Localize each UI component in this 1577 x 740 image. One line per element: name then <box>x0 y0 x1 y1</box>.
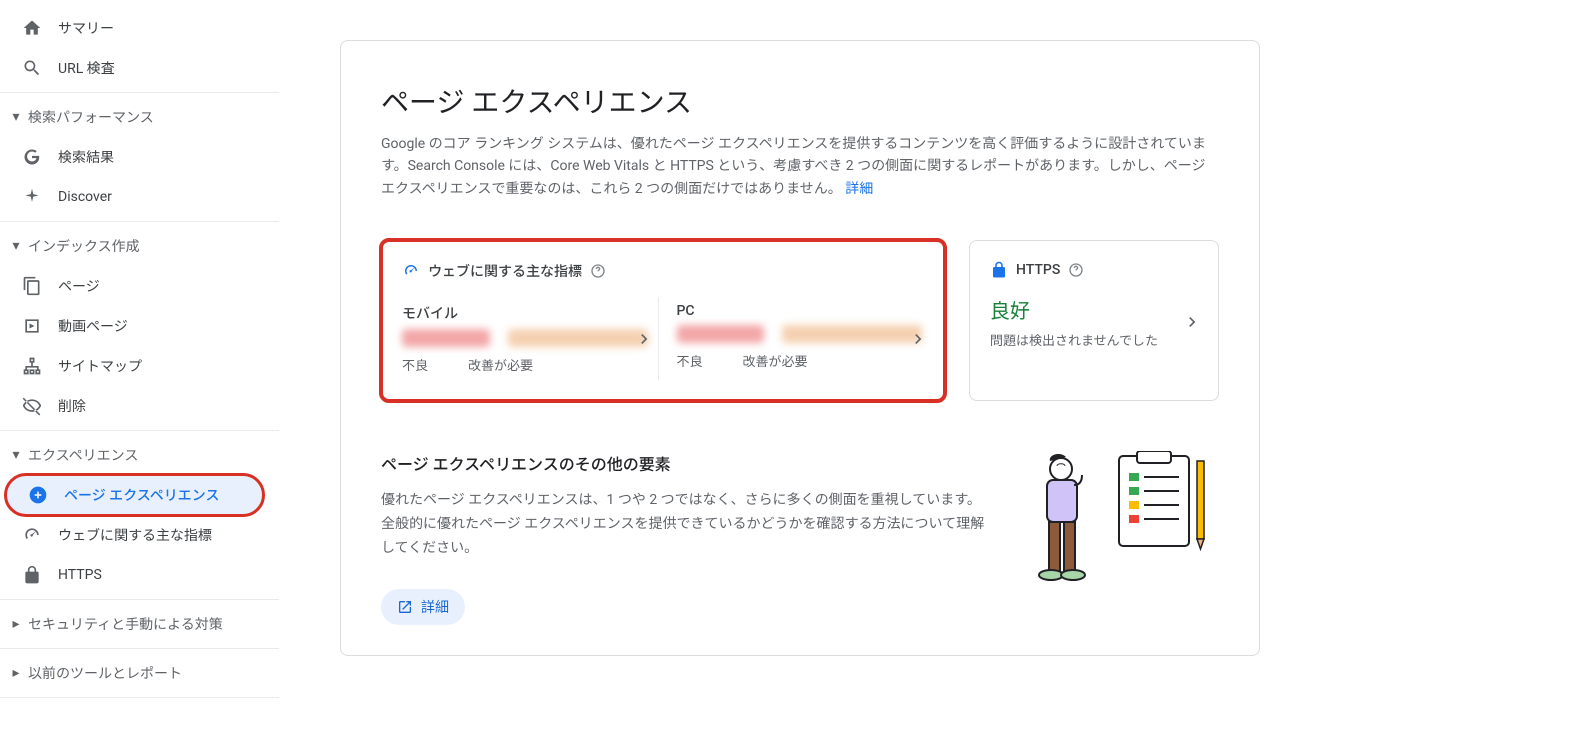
section-label: エクスペリエンス <box>28 445 138 465</box>
https-card[interactable]: HTTPS 良好 問題は検出されませんでした <box>969 240 1219 401</box>
section-label: 以前のツールとレポート <box>28 663 182 683</box>
metrics-row: ウェブに関する主な指標 モバイル 不良 改善が必要 <box>381 240 1219 401</box>
sidebar-item-label: ウェブに関する主な指標 <box>58 525 212 545</box>
mobile-label: モバイル <box>402 303 648 323</box>
sidebar-item-page-experience[interactable]: ページ エクスペリエンス <box>6 475 263 515</box>
sidebar-item-sitemaps[interactable]: サイトマップ <box>0 346 259 386</box>
checklist-illustration <box>1019 451 1219 591</box>
chevron-right-icon <box>634 329 654 349</box>
google-icon <box>20 145 44 169</box>
other-desc: 優れたページ エクスペリエンスは、1 つや 2 つではなく、さらに多くの側面を重… <box>381 489 989 560</box>
speedometer-icon <box>20 523 44 547</box>
pages-icon <box>20 274 44 298</box>
core-web-vitals-card[interactable]: ウェブに関する主な指標 モバイル 不良 改善が必要 <box>381 240 945 401</box>
circle-plus-icon <box>26 483 50 507</box>
chevron-down-icon: ▾ <box>8 447 24 463</box>
lock-icon <box>20 563 44 587</box>
section-experience[interactable]: ▾ エクスペリエンス <box>0 435 279 475</box>
learn-more-link[interactable]: 詳細 <box>845 181 873 197</box>
sidebar-item-label: 削除 <box>58 396 86 416</box>
sidebar-item-summary[interactable]: サマリー <box>0 8 259 48</box>
home-icon <box>20 16 44 40</box>
other-title: ページ エクスペリエンスのその他の要素 <box>381 451 989 475</box>
lock-icon <box>990 261 1008 279</box>
video-icon <box>20 314 44 338</box>
cwv-title: ウェブに関する主な指標 <box>428 261 582 281</box>
cwv-pc[interactable]: PC 不良 改善が必要 <box>658 297 933 380</box>
cwv-mobile[interactable]: モバイル 不良 改善が必要 <box>402 297 658 380</box>
sidebar-item-label: URL 検査 <box>58 58 115 78</box>
https-title: HTTPS <box>1016 262 1060 278</box>
other-factors-section: ページ エクスペリエンスのその他の要素 優れたページ エクスペリエンスは、1 つ… <box>381 451 1219 624</box>
chevron-right-icon: ▸ <box>8 665 24 681</box>
https-sub: 問題は検出されませんでした <box>990 330 1186 349</box>
chevron-down-icon: ▾ <box>8 109 24 125</box>
sidebar-item-label: Discover <box>58 189 112 205</box>
main-content: ページ エクスペリエンス Google のコア ランキング システムは、優れたペ… <box>280 0 1577 740</box>
asterisk-icon <box>20 185 44 209</box>
learn-more-label: 詳細 <box>421 597 449 617</box>
learn-more-button[interactable]: 詳細 <box>381 589 465 625</box>
section-legacy-tools[interactable]: ▸ 以前のツールとレポート <box>0 653 279 693</box>
sidebar-item-video-pages[interactable]: 動画ページ <box>0 306 259 346</box>
page-title: ページ エクスペリエンス <box>381 81 1219 121</box>
open-in-new-icon <box>397 599 413 615</box>
sidebar-item-core-web-vitals[interactable]: ウェブに関する主な指標 <box>0 515 259 555</box>
sidebar-item-label: 動画ページ <box>58 316 128 336</box>
section-search-performance[interactable]: ▾ 検索パフォーマンス <box>0 97 279 137</box>
page-description: Google のコア ランキング システムは、優れたページ エクスペリエンスを提… <box>381 133 1219 200</box>
legend-needs: 改善が必要 <box>468 355 533 374</box>
help-icon[interactable] <box>590 263 606 279</box>
https-status: 良好 <box>990 295 1186 324</box>
section-label: セキュリティと手動による対策 <box>28 614 223 634</box>
chevron-right-icon <box>908 329 928 349</box>
sidebar-item-label: HTTPS <box>58 567 102 583</box>
sidebar-item-label: サマリー <box>58 18 114 38</box>
page-experience-card: ページ エクスペリエンス Google のコア ランキング システムは、優れたペ… <box>340 40 1260 656</box>
sidebar-item-removals[interactable]: 削除 <box>0 386 259 426</box>
sidebar: サマリー URL 検査 ▾ 検索パフォーマンス 検索結果 Discover ▾ … <box>0 0 280 740</box>
sidebar-item-label: 検索結果 <box>58 147 114 167</box>
visibility-off-icon <box>20 394 44 418</box>
chevron-right-icon: ▸ <box>8 616 24 632</box>
chevron-down-icon: ▾ <box>8 238 24 254</box>
sidebar-item-pages[interactable]: ページ <box>0 266 259 306</box>
sidebar-item-search-results[interactable]: 検索結果 <box>0 137 259 177</box>
sidebar-item-label: ページ <box>58 276 100 296</box>
section-label: 検索パフォーマンス <box>28 107 154 127</box>
legend-bad: 不良 <box>402 355 428 374</box>
sitemap-icon <box>20 354 44 378</box>
pc-label: PC <box>677 303 923 319</box>
chevron-right-icon <box>1182 312 1202 332</box>
sidebar-item-url-inspect[interactable]: URL 検査 <box>0 48 259 88</box>
section-index[interactable]: ▾ インデックス作成 <box>0 226 279 266</box>
speedometer-icon <box>402 262 420 280</box>
help-icon[interactable] <box>1068 262 1084 278</box>
legend-needs: 改善が必要 <box>743 351 808 370</box>
legend-bad: 不良 <box>677 351 703 370</box>
sidebar-item-label: サイトマップ <box>58 356 142 376</box>
sidebar-item-https[interactable]: HTTPS <box>0 555 259 595</box>
sidebar-item-discover[interactable]: Discover <box>0 177 259 217</box>
section-label: インデックス作成 <box>28 236 140 256</box>
search-icon <box>20 56 44 80</box>
section-security-manual[interactable]: ▸ セキュリティと手動による対策 <box>0 604 279 644</box>
sidebar-item-label: ページ エクスペリエンス <box>64 485 220 505</box>
